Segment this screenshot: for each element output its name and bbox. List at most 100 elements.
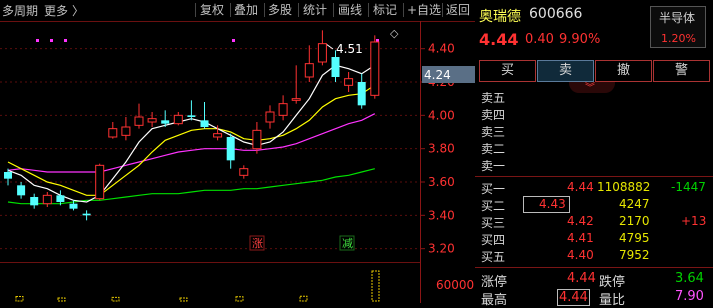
candle-body xyxy=(239,168,249,176)
ask-row-3: 卖三 xyxy=(475,122,713,139)
candle-body xyxy=(213,133,223,138)
diamond-icon[interactable]: ◇ xyxy=(390,27,399,40)
candle-body xyxy=(147,118,157,123)
bid-row-5[interactable]: 买五 4.40 7952 xyxy=(475,247,713,264)
ask-label: 卖四 xyxy=(481,108,506,122)
candle-body xyxy=(82,213,91,216)
candle-body xyxy=(291,98,301,101)
candle-body xyxy=(200,120,209,127)
limit-up-marker[interactable]: 涨 xyxy=(252,237,263,250)
sector-name: 半导体 xyxy=(659,11,696,25)
bid-label: 买二 xyxy=(481,199,506,213)
candle xyxy=(265,105,275,129)
candle xyxy=(370,35,380,99)
ask-row-5: 卖五 xyxy=(475,88,713,105)
bid-volume: 7952 xyxy=(619,248,650,262)
stat-value: 3.64 xyxy=(675,271,704,286)
stats-row-1: 涨停 4.44 跌停 3.64 xyxy=(475,270,713,290)
bid-price: 4.44 xyxy=(567,180,594,194)
stat-value: 4.44 xyxy=(557,289,590,306)
high-price-annotation: 4.51 xyxy=(336,42,363,56)
y-tick-label: 3.40 xyxy=(428,208,455,222)
stats-divider xyxy=(475,267,713,268)
ask-label: 卖五 xyxy=(481,91,506,105)
candle-body xyxy=(252,129,262,150)
candle-body xyxy=(95,164,105,200)
candle xyxy=(82,210,91,221)
ask-row-4: 卖四 xyxy=(475,105,713,122)
ask-label: 卖三 xyxy=(481,125,506,139)
candle-body xyxy=(344,78,354,86)
candlestick-chart[interactable]: 4.404.204.003.803.603.403.20 4.24 4.51 ◇… xyxy=(0,0,475,303)
bid-delta: -1447 xyxy=(671,180,706,194)
candle xyxy=(304,45,314,82)
candle xyxy=(252,122,262,154)
candle xyxy=(17,182,26,199)
y-tick-label: 4.40 xyxy=(428,42,455,56)
volume-bar xyxy=(111,296,120,302)
bid-row-4[interactable]: 买四 4.41 4795 xyxy=(475,230,713,247)
bid-price: 4.43 xyxy=(539,197,566,211)
chart-marks xyxy=(15,39,380,302)
bid-label: 买四 xyxy=(481,233,506,247)
ma20-line xyxy=(7,113,376,173)
stat-value: 4.44 xyxy=(567,271,596,286)
candle xyxy=(317,30,327,66)
candle-body xyxy=(370,41,380,96)
stats-row-2: 最高 4.44 量比 7.90 xyxy=(475,288,713,308)
quote-panel: 奥瑞德 600666 半导体 1.20% 4.44 0.40 9.90% 买 卖… xyxy=(475,0,713,308)
y-tick-label: 3.20 xyxy=(428,242,455,256)
ma5-line xyxy=(7,64,376,203)
volume-bar xyxy=(15,296,24,302)
candle-body xyxy=(304,63,314,78)
current-price-tag: 4.24 xyxy=(424,68,451,82)
candle xyxy=(344,72,354,92)
volume-bar xyxy=(299,295,308,302)
bid-row-1[interactable]: 买一 4.44 1108882 -1447 xyxy=(475,179,713,196)
candle xyxy=(357,73,366,109)
bid-label: 买三 xyxy=(481,216,506,230)
bid-delta: +13 xyxy=(681,214,707,228)
candle xyxy=(226,133,235,169)
candle xyxy=(121,117,131,141)
candle-body xyxy=(317,43,327,63)
candle-body xyxy=(173,114,183,125)
price-change: 0.40 xyxy=(525,32,554,47)
alert-button[interactable]: 警 xyxy=(653,60,710,82)
ask-row-1: 卖一 xyxy=(475,156,713,173)
cancel-order-button[interactable]: 撤 xyxy=(595,60,652,82)
bid-row-2[interactable]: 买二 4.43 4247 xyxy=(475,196,713,213)
candle-body xyxy=(134,116,144,126)
bid-volume: 2170 xyxy=(619,214,650,228)
candle xyxy=(278,95,288,121)
candle-body xyxy=(331,57,340,77)
y-tick-label: 4.00 xyxy=(428,108,455,122)
candle xyxy=(291,65,301,104)
last-price: 4.44 xyxy=(479,30,519,49)
volume-bar xyxy=(235,296,244,302)
bid-price: 4.42 xyxy=(567,214,594,228)
candle-body xyxy=(108,128,118,138)
stock-name: 奥瑞德 xyxy=(479,9,521,25)
volume-bar xyxy=(371,270,380,302)
y-tick-label: 3.60 xyxy=(428,175,455,189)
candle xyxy=(134,103,144,129)
bid-volume: 4247 xyxy=(619,197,650,211)
reduce-marker[interactable]: 减 xyxy=(342,237,353,250)
candle xyxy=(173,112,183,126)
chart-grid xyxy=(0,21,475,303)
bid-label: 买五 xyxy=(481,250,506,264)
candle xyxy=(239,165,249,179)
volume-bar xyxy=(57,297,66,302)
signal-dot xyxy=(232,39,235,42)
candle-body xyxy=(30,197,39,206)
ask-label: 卖二 xyxy=(481,142,506,156)
candle-body xyxy=(278,103,288,116)
bid-label: 买一 xyxy=(481,182,506,196)
volume-tick: 60000 xyxy=(436,278,474,292)
bid-row-3[interactable]: 买三 4.42 2170 +13 xyxy=(475,213,713,230)
candle-body xyxy=(187,115,196,117)
buy-button[interactable]: 买 xyxy=(479,60,536,82)
candle xyxy=(30,193,39,209)
stock-code: 600666 xyxy=(529,6,583,22)
